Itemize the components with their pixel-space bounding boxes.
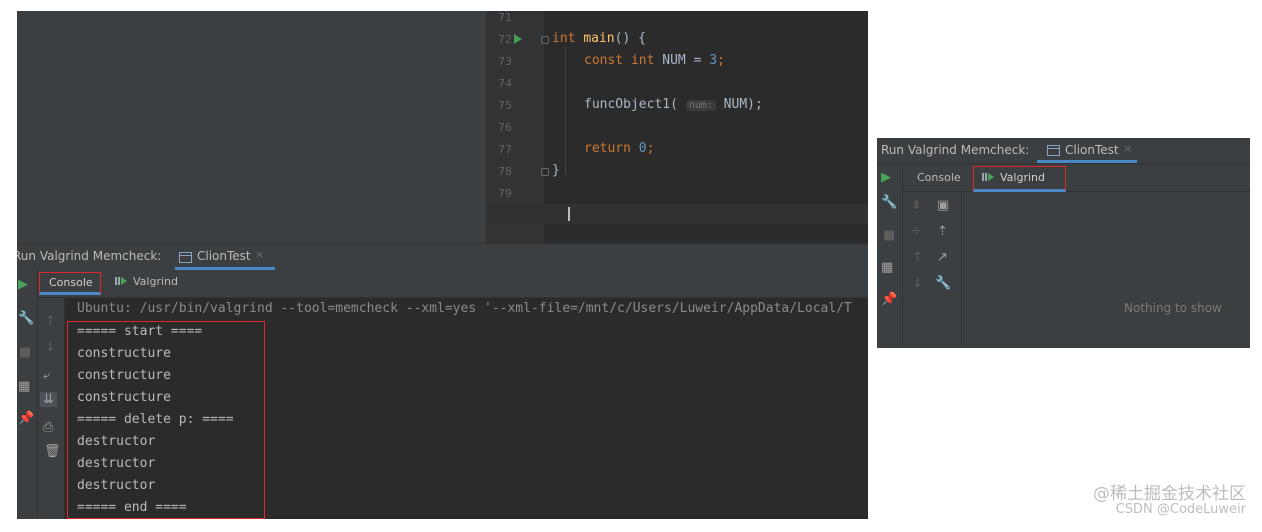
tab-console-label: Console: [49, 276, 93, 289]
up-arrow-icon[interactable]: ↑: [912, 250, 923, 265]
tab-valgrind[interactable]: Valgrind: [973, 166, 1066, 192]
line-number: 76: [498, 121, 512, 134]
down-arrow-icon[interactable]: ↓: [45, 340, 56, 355]
rerun-icon[interactable]: ▶: [881, 170, 891, 185]
fold-icon[interactable]: [541, 168, 549, 176]
close-icon[interactable]: ×: [255, 248, 264, 261]
scroll-to-end-icon[interactable]: ⇊: [40, 392, 57, 407]
open-external-icon[interactable]: ↗: [937, 250, 948, 265]
console-output-line: ===== delete p: ====: [77, 412, 234, 427]
expand-all-icon[interactable]: ⇟: [911, 198, 922, 213]
line-number: 78: [498, 165, 512, 178]
pin-icon[interactable]: 📌: [881, 292, 897, 307]
rerun-icon[interactable]: ▶: [18, 277, 28, 292]
tab-valgrind-label: Valgrind: [1000, 171, 1045, 184]
run-toolbar: ▶ 🔧 ■ ▦ 📌: [17, 269, 38, 519]
console-output-line: constructure: [77, 368, 171, 383]
stop-icon[interactable]: ■: [19, 345, 31, 360]
empty-state-text: Nothing to show: [1124, 301, 1222, 315]
text-caret: [568, 207, 570, 221]
right-ide-screenshot: Run Valgrind Memcheck: ClionTest × ▶ 🔧 ■…: [877, 138, 1250, 348]
watermark-csdn: CSDN @CodeLuweir: [1115, 502, 1246, 517]
indent-guide: [565, 47, 566, 175]
run-tab-cliontest[interactable]: ClionTest ×: [1037, 138, 1137, 163]
console-output-line: destructor: [77, 478, 156, 493]
current-line-highlight: [486, 204, 868, 224]
collapse-all-icon[interactable]: ÷: [911, 224, 922, 239]
watermark-juejin: @稀土掘金技术社区: [1093, 484, 1246, 504]
console-toolbar: ↑ ↓ ⤶ ⇊ ⎙ 🗑: [38, 298, 65, 519]
trash-icon[interactable]: 🗑: [44, 444, 61, 459]
line-number: 74: [498, 77, 512, 90]
tab-console[interactable]: Console: [39, 272, 101, 295]
line-number: 75: [498, 99, 512, 112]
console-command-line: Ubuntu: /usr/bin/valgrind --tool=memchec…: [77, 301, 852, 316]
run-tab-label: ClionTest: [197, 249, 251, 263]
code-line-77: return 0;: [584, 141, 655, 156]
wrench-icon[interactable]: 🔧: [18, 311, 34, 326]
close-icon[interactable]: ×: [1123, 142, 1132, 155]
watermark: @稀土掘金技术社区 CSDN @CodeLuweir: [1093, 486, 1246, 518]
run-configuration-label: Run Valgrind Memcheck:: [881, 143, 1030, 157]
run-gutter-icon[interactable]: [514, 34, 522, 44]
line-number: 73: [498, 55, 512, 68]
run-configuration-label: Run Valgrind Memcheck:: [17, 249, 162, 263]
run-subtabs: Console Valgrind: [17, 270, 868, 298]
project-panel-empty: [17, 11, 486, 243]
run-tool-window-header: Run Valgrind Memcheck: ClionTest ×: [17, 243, 868, 270]
layout-icon[interactable]: ▦: [18, 379, 30, 394]
code-line-75: funcObject1( num: NUM);: [584, 97, 763, 112]
up-arrow-icon[interactable]: ↑: [45, 314, 56, 329]
window-icon: [1047, 145, 1060, 156]
code-line-72: int main() {: [552, 31, 646, 46]
window-icon: [179, 252, 192, 263]
stop-icon[interactable]: ■: [883, 228, 895, 243]
pin-icon[interactable]: 📌: [18, 411, 34, 426]
line-number: 72: [498, 33, 512, 46]
filter-icon[interactable]: ▣: [937, 198, 949, 213]
valgrind-icon: [115, 276, 127, 286]
down-arrow-icon[interactable]: ↓: [912, 276, 923, 291]
valgrind-toolbar: ⇟ ▣ ÷ ⇡ ↑ ↗ ↓ 🔧: [903, 192, 962, 348]
soft-wrap-icon[interactable]: ⤶: [43, 368, 50, 383]
fold-icon[interactable]: [541, 36, 549, 44]
left-ide-screenshot: 71 72 73 74 75 76 77 78 79 80 int main()…: [17, 11, 868, 519]
run-tab-label: ClionTest: [1065, 143, 1119, 157]
line-number: 79: [498, 187, 512, 200]
parameter-hint: num:: [685, 100, 716, 111]
code-line-73: const int NUM = 3;: [584, 53, 725, 68]
export-icon[interactable]: ⇡: [937, 224, 948, 239]
run-tab-cliontest[interactable]: ClionTest ×: [175, 244, 275, 270]
console-output-line: ===== end ====: [77, 500, 187, 515]
console-output-line: destructor: [77, 434, 156, 449]
tab-valgrind[interactable]: Valgrind: [115, 275, 178, 288]
tab-valgrind-label: Valgrind: [133, 275, 178, 288]
line-number: 77: [498, 143, 512, 156]
wrench-icon[interactable]: 🔧: [881, 195, 897, 210]
valgrind-icon: [982, 172, 994, 182]
run-toolbar: ▶ 🔧 ■ ▦ 📌: [877, 164, 903, 348]
line-number: 71: [498, 11, 512, 24]
console-output-line: ===== start ====: [77, 324, 203, 339]
code-editor[interactable]: 71 72 73 74 75 76 77 78 79 80 int main()…: [486, 11, 868, 243]
console-output-line: destructor: [77, 456, 156, 471]
print-icon[interactable]: ⎙: [43, 420, 53, 435]
console-output-line: constructure: [77, 346, 171, 361]
code-line-78: }: [552, 163, 560, 178]
run-subtabs: Console Valgrind: [903, 164, 1250, 192]
settings-wrench-icon[interactable]: 🔧: [935, 276, 951, 291]
run-tool-window-header: Run Valgrind Memcheck: ClionTest ×: [877, 138, 1250, 164]
layout-icon[interactable]: ▦: [881, 260, 893, 275]
tab-console[interactable]: Console: [917, 171, 961, 184]
console-output-line: constructure: [77, 390, 171, 405]
